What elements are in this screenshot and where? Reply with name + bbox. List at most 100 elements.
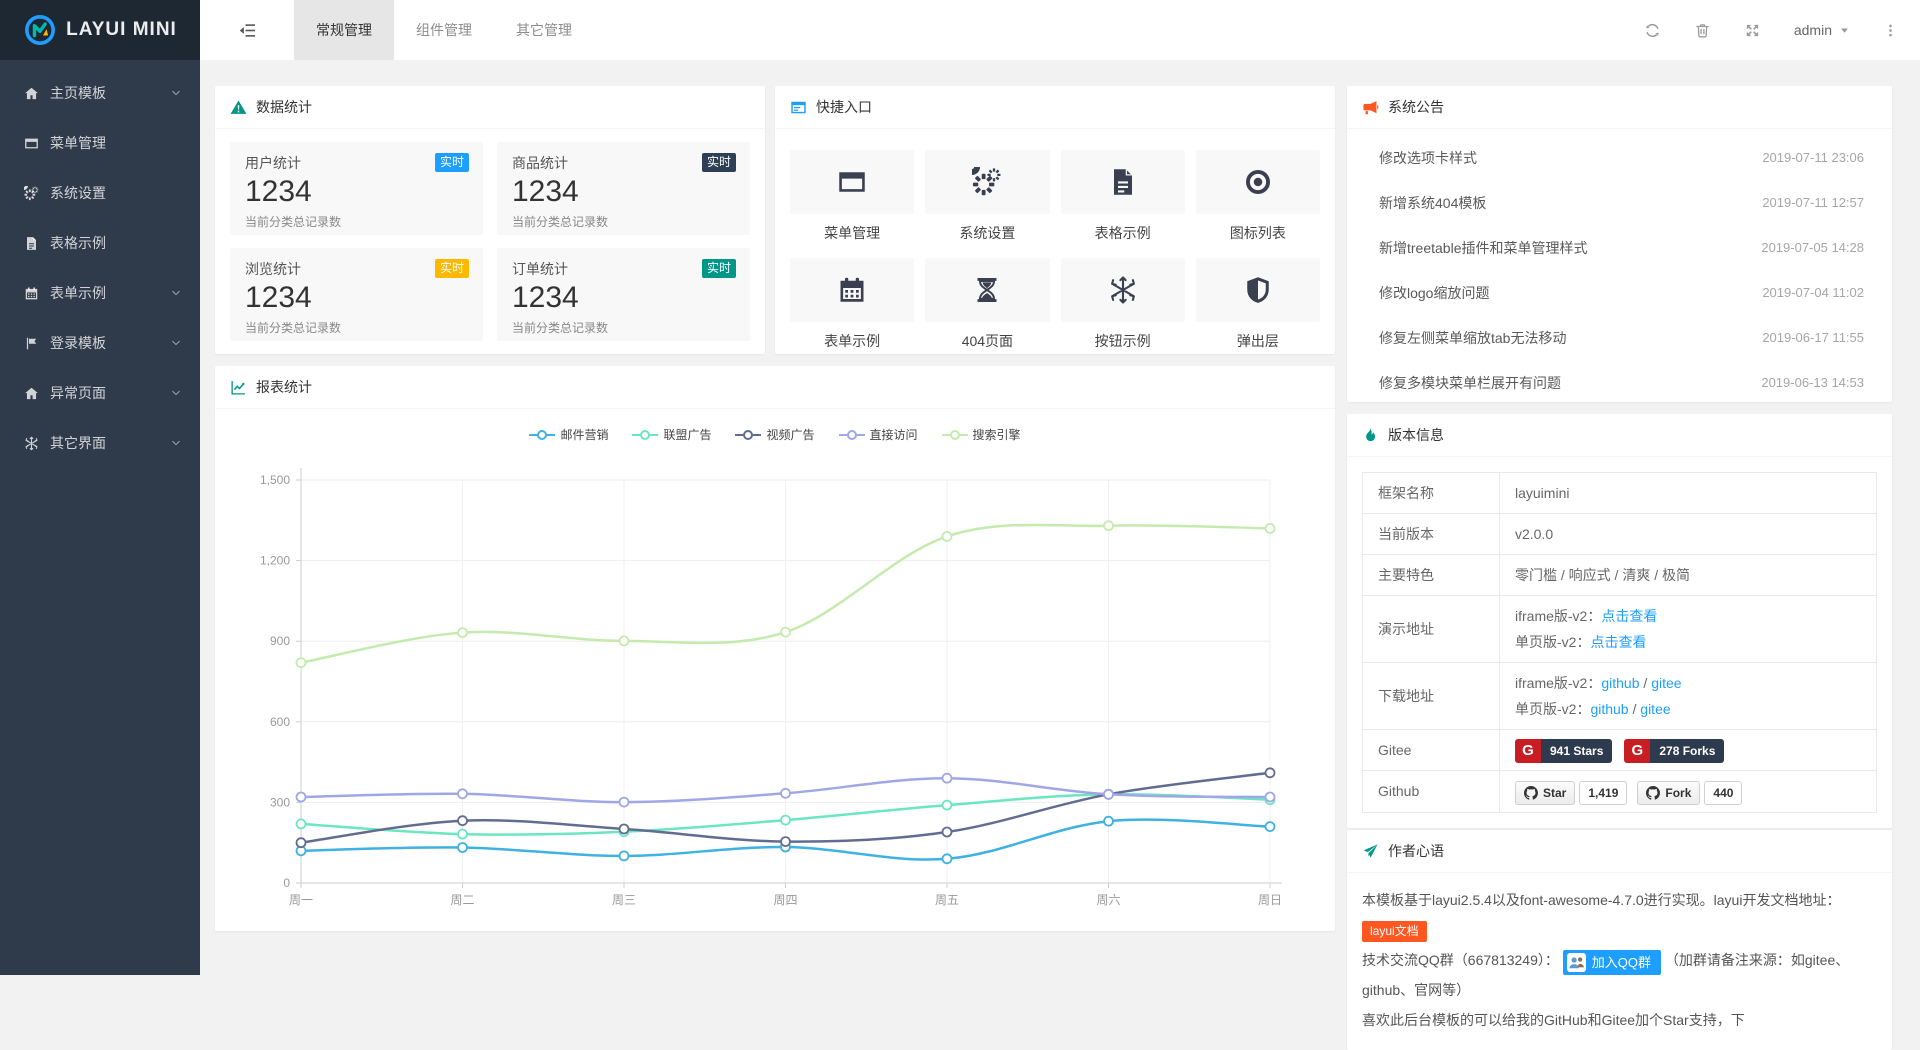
version-row-value: iframe版-v2：点击查看单页版-v2：点击查看 bbox=[1500, 596, 1877, 663]
more-vertical-icon[interactable] bbox=[1883, 22, 1898, 39]
caret-down-icon bbox=[1839, 25, 1850, 36]
announcement-item: 修复多模块菜单栏展开有问题2019-06-13 14:53 bbox=[1347, 360, 1892, 405]
sidebar-item-登录模板[interactable]: 登录模板 bbox=[0, 318, 200, 368]
tab-组件管理[interactable]: 组件管理 bbox=[394, 0, 494, 60]
sidebar-item-其它界面[interactable]: 其它界面 bbox=[0, 418, 200, 468]
sidebar-item-表单示例[interactable]: 表单示例 bbox=[0, 268, 200, 318]
layuimini-logo-icon bbox=[23, 13, 57, 47]
sidebar-item-系统设置[interactable]: 系统设置 bbox=[0, 168, 200, 218]
sidebar-item-表格示例[interactable]: 表格示例 bbox=[0, 218, 200, 268]
qq-group-icon bbox=[1567, 953, 1586, 972]
quick-entry-按钮示例[interactable]: 按钮示例 bbox=[1061, 258, 1185, 366]
user-menu[interactable]: admin bbox=[1794, 22, 1850, 38]
tab-bar: 常规管理组件管理其它管理 bbox=[294, 0, 594, 60]
quick-entry-label: 按钮示例 bbox=[1061, 331, 1185, 351]
gitee-badge-label: 941 Stars bbox=[1541, 739, 1612, 763]
svg-text:0: 0 bbox=[283, 876, 290, 890]
quick-entry-label: 系统设置 bbox=[925, 223, 1049, 243]
author-words-body: 本模板基于layui2.5.4以及font-awesome-4.7.0进行实现。… bbox=[1347, 873, 1892, 1047]
line-chart-icon bbox=[230, 379, 247, 396]
quick-entry-表单示例[interactable]: 表单示例 bbox=[790, 258, 914, 366]
stat-card-desc: 当前分类总记录数 bbox=[512, 319, 735, 336]
gitee-badge-278 Forks[interactable]: G278 Forks bbox=[1624, 739, 1724, 763]
version-table-row: 演示地址iframe版-v2：点击查看单页版-v2：点击查看 bbox=[1363, 596, 1877, 663]
hourglass-icon bbox=[972, 275, 1002, 305]
version-row-value: v2.0.0 bbox=[1500, 514, 1877, 555]
github-button-label: Star bbox=[1543, 780, 1566, 806]
announcement-date: 2019-07-11 12:57 bbox=[1762, 195, 1864, 210]
version-row-value: iframe版-v2：github / gitee单页版-v2：github /… bbox=[1500, 663, 1877, 730]
quick-entry-icon-box bbox=[1061, 258, 1185, 322]
header-actions: admin bbox=[1644, 0, 1920, 60]
file-icon bbox=[24, 236, 39, 251]
announcement-text: 新增系统404模板 bbox=[1379, 193, 1486, 213]
version-row-label: 框架名称 bbox=[1363, 473, 1500, 514]
snowflake-icon bbox=[1108, 275, 1138, 305]
top-header: 常规管理组件管理其它管理 admin bbox=[200, 0, 1920, 60]
realtime-badge: 实时 bbox=[435, 259, 469, 278]
sidebar-item-异常页面[interactable]: 异常页面 bbox=[0, 368, 200, 418]
svg-text:300: 300 bbox=[270, 795, 290, 809]
quick-entry-系统设置[interactable]: 系统设置 bbox=[925, 150, 1049, 258]
trash-icon[interactable] bbox=[1694, 22, 1711, 39]
panel-data-stats: 数据统计 用户统计1234当前分类总记录数实时商品统计1234当前分类总记录数实… bbox=[215, 86, 765, 354]
gitee-badge-941 Stars[interactable]: G941 Stars bbox=[1515, 739, 1612, 763]
quick-entry-label: 404页面 bbox=[925, 331, 1049, 351]
stat-card-value: 1234 bbox=[512, 280, 735, 316]
quick-entry-菜单管理[interactable]: 菜单管理 bbox=[790, 150, 914, 258]
panel-version-info: 版本信息 框架名称layuimini当前版本v2.0.0主要特色零门槛 / 响应… bbox=[1347, 414, 1892, 828]
file-icon bbox=[1108, 167, 1138, 197]
link-separator: / bbox=[1640, 675, 1652, 691]
announcement-text: 修改logo缩放问题 bbox=[1379, 283, 1489, 303]
join-qq-group-button[interactable]: 加入QQ群 bbox=[1563, 950, 1661, 975]
sidebar-item-label: 其它界面 bbox=[50, 433, 170, 453]
version-link-点击查看[interactable]: 点击查看 bbox=[1590, 634, 1646, 650]
layui-docs-badge[interactable]: layui文档 bbox=[1362, 921, 1427, 942]
sidebar: LAYUI MINI 主页模板菜单管理系统设置表格示例表单示例登录模板异常页面其… bbox=[0, 0, 200, 975]
version-link-gitee[interactable]: gitee bbox=[1640, 701, 1670, 717]
app-logo[interactable]: LAYUI MINI bbox=[0, 0, 200, 60]
sidebar-item-主页模板[interactable]: 主页模板 bbox=[0, 68, 200, 118]
version-link-github[interactable]: github bbox=[1590, 701, 1628, 717]
github-icon bbox=[1646, 786, 1660, 800]
panel-author-words: 作者心语 本模板基于layui2.5.4以及font-awesome-4.7.0… bbox=[1347, 830, 1892, 1050]
tab-其它管理[interactable]: 其它管理 bbox=[494, 0, 594, 60]
quick-entry-404页面[interactable]: 404页面 bbox=[925, 258, 1049, 366]
github-widget-Star: Star 1,419 bbox=[1515, 781, 1627, 805]
version-link-gitee[interactable]: gitee bbox=[1651, 675, 1681, 691]
quick-entry-icon-box bbox=[1196, 258, 1320, 322]
panel-announcements-header: 系统公告 bbox=[1347, 86, 1892, 129]
snowflake-icon bbox=[24, 436, 39, 451]
quick-entry-表格示例[interactable]: 表格示例 bbox=[1061, 150, 1185, 258]
home-icon bbox=[24, 86, 39, 101]
quick-entry-label: 图标列表 bbox=[1196, 223, 1320, 243]
tab-常规管理[interactable]: 常规管理 bbox=[294, 0, 394, 60]
paper-plane-icon bbox=[1362, 843, 1379, 860]
github-count[interactable]: 440 bbox=[1704, 781, 1742, 805]
sidebar-item-菜单管理[interactable]: 菜单管理 bbox=[0, 118, 200, 168]
refresh-icon[interactable] bbox=[1644, 22, 1661, 39]
browser-window-icon bbox=[790, 99, 807, 116]
sidebar-item-label: 异常页面 bbox=[50, 383, 170, 403]
github-fork-button[interactable]: Fork bbox=[1637, 781, 1700, 805]
chevron-down-icon bbox=[170, 287, 182, 299]
version-row-label: 演示地址 bbox=[1363, 596, 1500, 663]
version-link-点击查看[interactable]: 点击查看 bbox=[1601, 608, 1657, 624]
collapse-menu-button[interactable] bbox=[200, 0, 294, 60]
sidebar-item-label: 登录模板 bbox=[50, 333, 170, 353]
fullscreen-icon[interactable] bbox=[1744, 22, 1761, 39]
panel-report-header: 报表统计 bbox=[215, 366, 1335, 409]
stat-cards: 用户统计1234当前分类总记录数实时商品统计1234当前分类总记录数实时浏览统计… bbox=[215, 129, 765, 356]
github-star-button[interactable]: Star bbox=[1515, 781, 1575, 805]
quick-entry-图标列表[interactable]: 图标列表 bbox=[1196, 150, 1320, 258]
link-prefix: 单页版-v2： bbox=[1515, 701, 1590, 717]
quick-entry-icon-box bbox=[925, 258, 1049, 322]
github-count[interactable]: 1,419 bbox=[1579, 781, 1627, 805]
version-row-value: Star 1,419 Fork440 bbox=[1500, 771, 1877, 812]
version-table: 框架名称layuimini当前版本v2.0.0主要特色零门槛 / 响应式 / 清… bbox=[1362, 472, 1877, 813]
quick-entry-弹出层[interactable]: 弹出层 bbox=[1196, 258, 1320, 366]
announcement-text: 修复左侧菜单缩放tab无法移动 bbox=[1379, 328, 1566, 348]
sidebar-item-label: 主页模板 bbox=[50, 83, 170, 103]
version-link-github[interactable]: github bbox=[1601, 675, 1639, 691]
sidebar-item-label: 表单示例 bbox=[50, 283, 170, 303]
